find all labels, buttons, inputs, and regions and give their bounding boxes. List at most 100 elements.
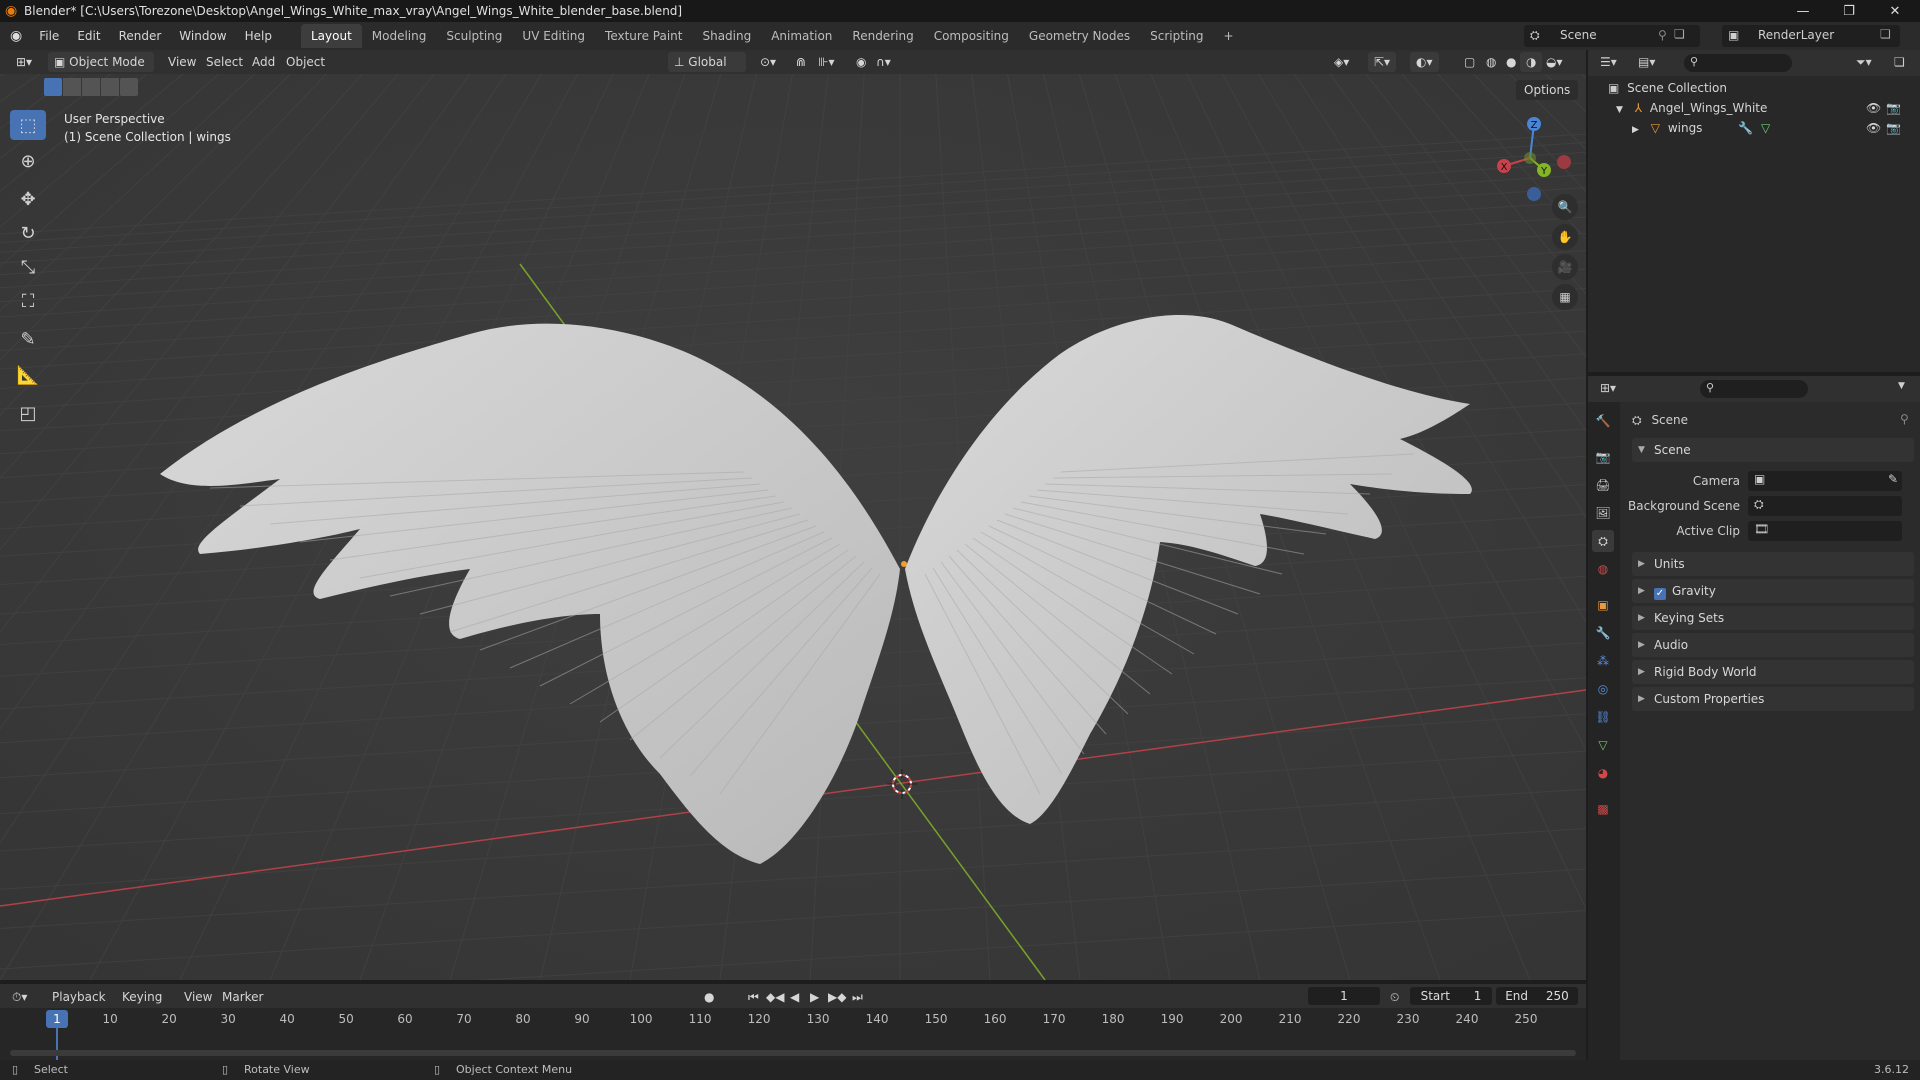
renderlayer-selector[interactable]: ▣ RenderLayer ❏	[1722, 25, 1900, 47]
tab-modeling[interactable]: Modeling	[362, 24, 437, 48]
play-icon[interactable]: ▶	[810, 988, 819, 1006]
menu-edit[interactable]: Edit	[68, 22, 109, 50]
outliner-row-wings[interactable]: ▶ ▽ wings 🔧 ▽ 👁 📷	[1632, 118, 1916, 138]
timeline-scrollbar[interactable]	[10, 1050, 1576, 1056]
select-intersect-icon[interactable]	[120, 78, 138, 96]
expand-chevron-right-icon[interactable]: ▶	[1632, 125, 1639, 135]
properties-search-input[interactable]: ⚲	[1700, 380, 1808, 398]
menu-object[interactable]: Object	[280, 52, 331, 72]
outliner-row-angel-wings[interactable]: ▼ ⅄ Angel_Wings_White 👁 📷	[1616, 98, 1916, 118]
move-tool-icon[interactable]: ✥	[10, 184, 46, 214]
visibility-eye-icon[interactable]: 👁	[1866, 98, 1881, 118]
3d-viewport[interactable]: User Perspective (1) Scene Collection | …	[0, 74, 1586, 980]
menu-render[interactable]: Render	[110, 22, 171, 50]
playhead[interactable]: 1	[46, 1010, 68, 1028]
preview-range-icon[interactable]: ⏲	[1390, 988, 1399, 1006]
add-workspace-button[interactable]: +	[1214, 24, 1244, 48]
menu-help[interactable]: Help	[236, 22, 281, 50]
annotate-tool-icon[interactable]: ✎	[10, 324, 46, 354]
eyedropper-icon[interactable]: ✎	[1888, 472, 1898, 486]
render-tab-icon[interactable]: 📷	[1592, 446, 1614, 468]
object-tab-icon[interactable]: ▣	[1592, 594, 1614, 616]
pin-icon[interactable]: ⚲	[1658, 28, 1667, 42]
transform-orientation-dropdown[interactable]: ⊥ Global	[668, 52, 746, 72]
camera-field[interactable]: ▣ ✎	[1748, 471, 1902, 491]
tab-layout[interactable]: Layout	[300, 24, 362, 48]
camera-view-icon[interactable]: 🎥	[1552, 254, 1578, 280]
pan-hand-icon[interactable]: ✋	[1552, 224, 1578, 250]
menu-select[interactable]: Select	[200, 52, 249, 72]
current-frame-field[interactable]: 1	[1308, 987, 1380, 1005]
navigation-gizmo[interactable]: Z Y X	[1480, 104, 1580, 204]
end-frame-field[interactable]: End 250	[1496, 987, 1578, 1005]
transform-tool-icon[interactable]: ⛶	[10, 286, 46, 316]
tab-uv-editing[interactable]: UV Editing	[512, 24, 595, 48]
snap-target-icon[interactable]: ⊪▾	[812, 52, 840, 72]
tab-sculpting[interactable]: Sculpting	[436, 24, 512, 48]
section-units[interactable]: ▶ Units	[1632, 552, 1914, 576]
section-gravity[interactable]: ▶ ✓ Gravity	[1632, 579, 1914, 603]
jump-end-icon[interactable]: ⏭	[852, 988, 863, 1006]
gravity-checkbox[interactable]: ✓	[1654, 588, 1666, 600]
mode-dropdown[interactable]: ▣ Object Mode ▼	[48, 52, 154, 89]
tab-scripting[interactable]: Scripting	[1140, 24, 1213, 48]
rotate-tool-icon[interactable]: ↻	[10, 218, 46, 248]
select-box-tool-icon[interactable]: ⬚	[10, 110, 46, 140]
section-scene[interactable]: ▼ Scene	[1632, 438, 1914, 462]
falloff-icon[interactable]: ∩▾	[870, 52, 897, 72]
render-camera-icon-2[interactable]: 📷	[1886, 118, 1901, 138]
gizmo-neg-z[interactable]	[1527, 187, 1541, 201]
display-mode-icon[interactable]: ▤▾	[1638, 55, 1655, 69]
new-scene-icon[interactable]: ❏	[1674, 27, 1685, 41]
outliner-row-scene-collection[interactable]: ▣ Scene Collection	[1608, 78, 1727, 98]
ortho-grid-icon[interactable]: ▦	[1552, 284, 1578, 310]
cursor-tool-icon[interactable]: ⊕	[10, 146, 46, 176]
section-rigid-body-world[interactable]: ▶ Rigid Body World	[1632, 660, 1914, 684]
modifier-wrench-icon[interactable]: 🔧	[1738, 121, 1753, 135]
active-clip-field[interactable]: 🎞	[1748, 521, 1902, 541]
modifier-tab-icon[interactable]: 🔧	[1592, 622, 1614, 644]
jump-prev-keyframe-icon[interactable]: ◆◀	[766, 988, 784, 1006]
close-button[interactable]: ✕	[1872, 0, 1918, 22]
zoom-icon[interactable]: 🔍	[1552, 194, 1578, 220]
select-extend-icon[interactable]	[63, 78, 81, 96]
new-collection-icon[interactable]: ❏	[1894, 55, 1905, 69]
maximize-button[interactable]: ❐	[1826, 0, 1872, 22]
texture-tab-icon[interactable]: ▩	[1592, 798, 1614, 820]
new-layer-icon[interactable]: ❏	[1880, 27, 1891, 41]
render-camera-icon[interactable]: 📷	[1886, 98, 1901, 118]
select-invert-icon[interactable]	[101, 78, 119, 96]
xray-icon[interactable]: ▢	[1458, 52, 1481, 72]
tab-compositing[interactable]: Compositing	[924, 24, 1019, 48]
gizmo-neg-y[interactable]	[1524, 152, 1536, 164]
snap-icon[interactable]: ⋒	[790, 52, 812, 72]
jump-next-keyframe-icon[interactable]: ▶◆	[828, 988, 846, 1006]
filter-icon[interactable]: ⏷▾	[1856, 55, 1872, 70]
data-tab-icon[interactable]: ▽	[1592, 734, 1614, 756]
visibility-icon[interactable]: ◈▾	[1328, 52, 1355, 72]
menu-marker[interactable]: Marker	[222, 988, 263, 1006]
menu-view[interactable]: View	[162, 52, 202, 72]
tab-animation[interactable]: Animation	[761, 24, 842, 48]
section-audio[interactable]: ▶ Audio	[1632, 633, 1914, 657]
gizmo-toggle-icon[interactable]: ⇱▾	[1368, 52, 1397, 72]
options-button[interactable]: Options	[1516, 80, 1579, 100]
constraints-tab-icon[interactable]: ⛓	[1592, 706, 1614, 728]
editor-type-icon[interactable]: ⊞▾	[10, 52, 38, 72]
tab-shading[interactable]: Shading	[692, 24, 761, 48]
outliner-search-input[interactable]: ⚲	[1684, 54, 1792, 72]
physics-tab-icon[interactable]: ◎	[1592, 678, 1614, 700]
add-cube-tool-icon[interactable]: ◰	[10, 398, 46, 428]
properties-editor-icon[interactable]: ⊞▾	[1600, 381, 1616, 395]
particles-tab-icon[interactable]: ⁂	[1592, 650, 1614, 672]
world-tab-icon[interactable]: ◍	[1592, 558, 1614, 580]
scale-tool-icon[interactable]: ⤡	[10, 252, 46, 282]
select-new-icon[interactable]	[44, 78, 62, 96]
timeline-body[interactable]: 10 20 30 40 50 60 70 80 90 100 110 120 130 140 150 160 1…	[0, 1008, 1586, 1060]
mesh-data-icon[interactable]: ▽	[1761, 121, 1770, 135]
blender-menu-icon[interactable]: ◉	[10, 28, 22, 44]
measure-tool-icon[interactable]: 📐	[10, 360, 46, 390]
menu-playback[interactable]: Playback	[52, 988, 106, 1006]
section-custom-properties[interactable]: ▶ Custom Properties	[1632, 687, 1914, 711]
select-subtract-icon[interactable]	[82, 78, 100, 96]
